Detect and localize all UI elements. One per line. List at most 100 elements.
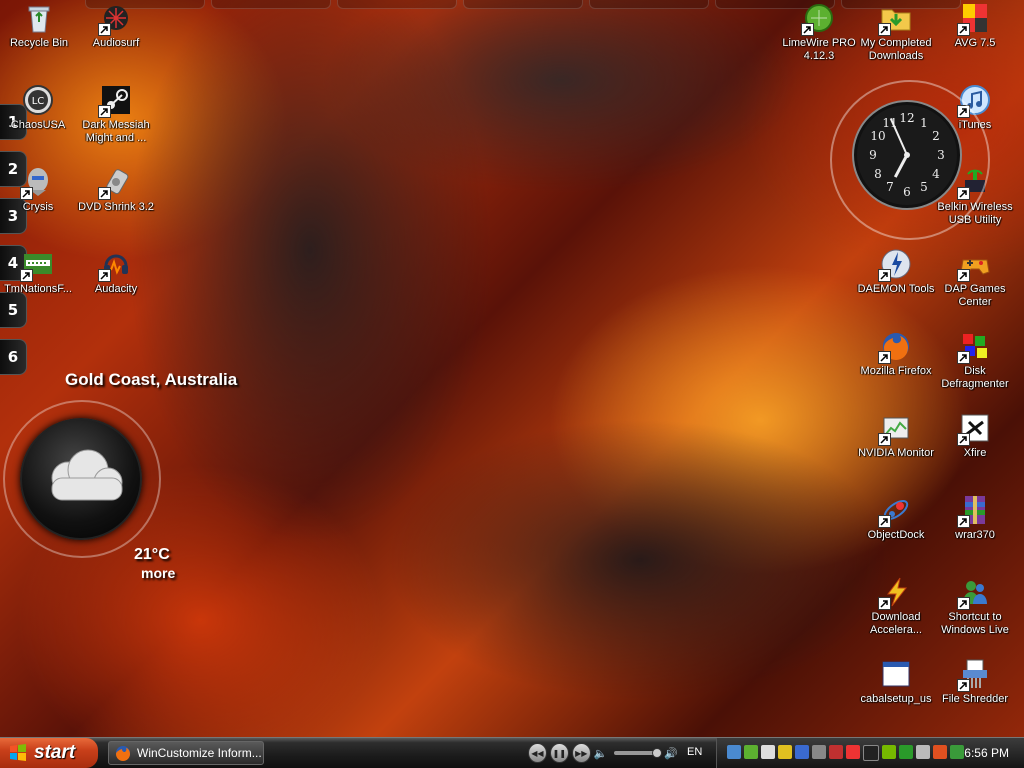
weather-widget[interactable]	[20, 418, 142, 540]
chaosusa-icon: LC	[22, 84, 54, 116]
cloud-icon	[51, 449, 123, 501]
shortcut-arrow-icon	[957, 515, 970, 528]
limewire-icon	[801, 2, 835, 36]
desktop-icon-my-completed-downloads[interactable]: My Completed Downloads	[856, 2, 936, 63]
analog-clock[interactable]: 12 123 4567 891011	[852, 100, 962, 210]
desktop-icon-disk-defragmenter[interactable]: Disk Defragmenter	[935, 330, 1015, 391]
tray-messenger-icon[interactable]	[950, 745, 964, 759]
shortcut-arrow-icon	[878, 433, 891, 446]
tray-network-icon[interactable]	[727, 745, 741, 759]
svg-text:4: 4	[932, 167, 940, 181]
icon-label: cabalsetup_us	[860, 693, 932, 705]
shortcut-arrow-icon	[801, 23, 814, 36]
language-indicator[interactable]: EN	[687, 746, 702, 758]
nvidia-monitor-icon	[878, 412, 912, 446]
defragmenter-icon	[957, 330, 991, 364]
icon-label: Recycle Bin	[9, 37, 69, 49]
pause-button[interactable]: ❚❚	[549, 743, 569, 763]
icon-label: DAEMON Tools	[857, 283, 935, 295]
icon-label: NVIDIA Monitor	[858, 447, 934, 459]
windows-logo-icon	[10, 744, 26, 761]
shortcut-arrow-icon	[957, 679, 970, 692]
windows-live-messenger-icon	[957, 576, 991, 610]
tray-security-icon[interactable]	[829, 745, 843, 759]
application-window-icon	[880, 658, 912, 690]
icon-label: LimeWire PRO 4.12.3	[782, 37, 856, 62]
tray-limewire-icon[interactable]	[744, 745, 758, 759]
audacity-icon	[98, 248, 132, 282]
winrar-icon	[957, 494, 991, 528]
volume-high-icon: 🔊	[664, 746, 678, 760]
desktop-icon-tmnations[interactable]: TmNationsF...	[0, 248, 78, 296]
tray-volume-icon[interactable]	[916, 745, 930, 759]
desktop-icon-wrar[interactable]: wrar370	[935, 494, 1015, 542]
weather-location: Gold Coast, Australia	[65, 370, 238, 389]
dock-tab[interactable]	[337, 0, 457, 9]
start-button[interactable]: start	[0, 738, 98, 768]
previous-track-button[interactable]: ◀◀	[528, 743, 547, 763]
dvd-shrink-icon	[98, 166, 132, 200]
taskbar: start WinCustomize Inform... ◀◀ ❚❚ ▶▶ 🔈 …	[0, 737, 1024, 768]
weather-more-link[interactable]: more	[141, 565, 175, 581]
desktop-icon-limewire[interactable]: LimeWire PRO 4.12.3	[779, 2, 859, 63]
firefox-icon	[878, 330, 912, 364]
icon-label: File Shredder	[941, 693, 1009, 705]
steam-icon	[98, 84, 132, 118]
svg-text:8: 8	[874, 167, 882, 181]
tray-app-icon[interactable]	[863, 745, 879, 761]
desktop-icon-avg[interactable]: AVG 7.5	[935, 2, 1015, 50]
volume-slider-knob[interactable]	[652, 748, 663, 758]
firefox-icon	[116, 746, 130, 761]
download-accelerator-icon	[878, 576, 912, 610]
desktop-icon-xfire[interactable]: Xfire	[935, 412, 1015, 460]
icon-label: DAP Games Center	[944, 283, 1006, 308]
tray-wireless-icon[interactable]	[899, 745, 913, 759]
desktop-icon-dark-messiah[interactable]: Dark Messiah Might and ...	[76, 84, 156, 145]
desktop-icon-nvidia-monitor[interactable]: NVIDIA Monitor	[856, 412, 936, 460]
taskbar-clock[interactable]: 6:56 PM	[964, 746, 1009, 760]
tray-daemon-icon[interactable]	[933, 745, 947, 759]
dock-tab[interactable]	[463, 0, 583, 9]
icon-label: AVG 7.5	[954, 37, 996, 49]
icon-label: wrar370	[955, 529, 995, 541]
tray-shield-icon[interactable]	[778, 745, 792, 759]
desktop-icon-chaosusa[interactable]: LC ChaosUSA	[0, 84, 78, 132]
desktop-icon-audiosurf[interactable]: Audiosurf	[76, 2, 156, 50]
svg-text:1: 1	[920, 116, 928, 130]
desktop-icon-cabalsetup[interactable]: cabalsetup_us	[856, 658, 936, 706]
file-shredder-icon	[957, 658, 991, 692]
desktop-icon-firefox[interactable]: Mozilla Firefox	[856, 330, 936, 378]
desktop-icon-dap-games[interactable]: DAP Games Center	[935, 248, 1015, 309]
desktop-icon-daemon-tools[interactable]: DAEMON Tools	[856, 248, 936, 296]
tray-steam-icon[interactable]	[761, 745, 775, 759]
desktop-icon-file-shredder[interactable]: File Shredder	[935, 658, 1015, 706]
tray-connection-icon[interactable]	[812, 745, 826, 759]
desktop-icon-download-accelerator[interactable]: Download Accelera...	[856, 576, 936, 637]
tray-bluetooth-icon[interactable]	[795, 745, 809, 759]
dock-tab[interactable]	[211, 0, 331, 9]
media-controls: ◀◀ ❚❚ ▶▶ 🔈 🔊	[528, 742, 678, 764]
gamepad-icon	[957, 248, 991, 282]
virtual-desktop-6-button[interactable]: 6	[0, 339, 27, 375]
next-track-button[interactable]: ▶▶	[571, 743, 591, 763]
svg-text:10: 10	[870, 129, 885, 143]
icon-label: Shortcut to Windows Live	[941, 611, 1009, 636]
tray-nvidia-icon[interactable]	[882, 745, 896, 759]
virtual-desktop-5-button[interactable]: 5	[0, 292, 27, 328]
recycle-bin-icon	[23, 2, 55, 34]
volume-slider[interactable]	[614, 748, 663, 758]
desktop-icon-audacity[interactable]: Audacity	[76, 248, 156, 296]
desktop-icon-windows-live[interactable]: Shortcut to Windows Live	[935, 576, 1015, 637]
svg-text:2: 2	[932, 129, 940, 143]
icon-label: Mozilla Firefox	[860, 365, 932, 377]
desktop-icon-dvd-shrink[interactable]: DVD Shrink 3.2	[76, 166, 156, 214]
desktop-icon-objectdock[interactable]: ObjectDock	[856, 494, 936, 542]
desktop-icon-recycle-bin[interactable]: Recycle Bin	[0, 2, 79, 50]
shortcut-arrow-icon	[878, 351, 891, 364]
tray-avg-icon[interactable]	[846, 745, 860, 759]
shortcut-arrow-icon	[878, 269, 891, 282]
svg-text:9: 9	[869, 148, 877, 162]
dock-tab[interactable]	[589, 0, 709, 9]
taskbar-button-wincustomize[interactable]: WinCustomize Inform...	[108, 741, 264, 765]
desktop-icon-crysis[interactable]: Crysis	[0, 166, 78, 214]
